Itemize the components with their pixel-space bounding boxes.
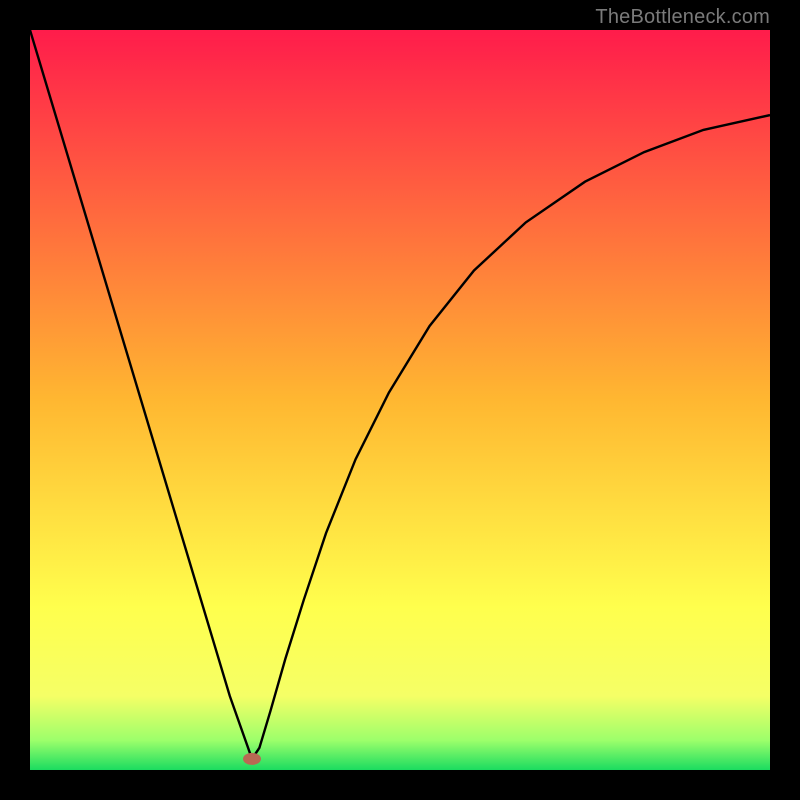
chart-frame: TheBottleneck.com bbox=[0, 0, 800, 800]
plot-area bbox=[30, 30, 770, 770]
minimum-marker bbox=[243, 753, 261, 765]
watermark-text: TheBottleneck.com bbox=[595, 6, 770, 29]
chart-svg bbox=[30, 30, 770, 770]
